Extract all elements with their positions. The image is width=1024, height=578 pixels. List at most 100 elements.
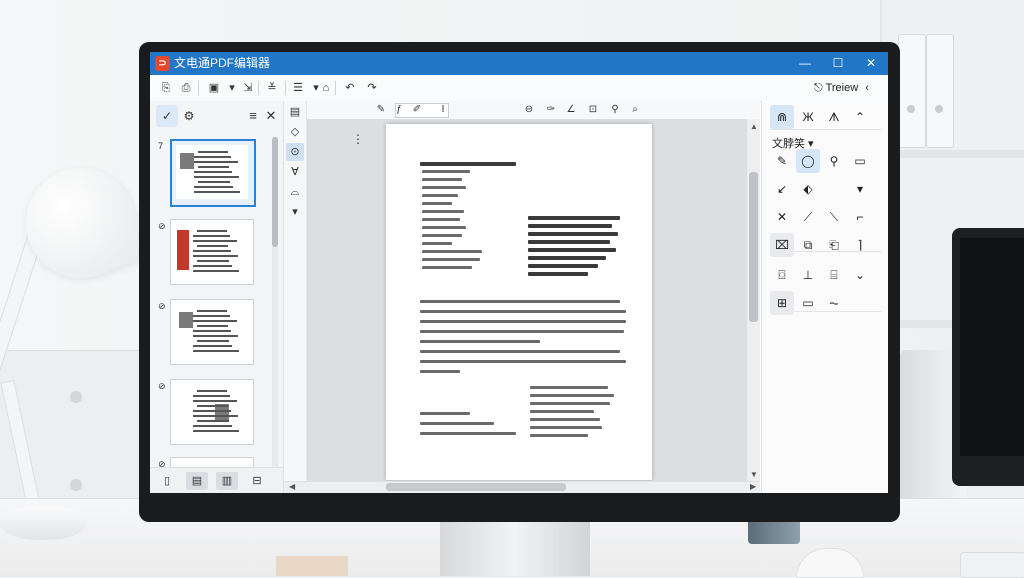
zoom-tool-icon[interactable]: ⊙ <box>286 143 304 161</box>
page-thumbnail[interactable] <box>170 379 254 445</box>
export-icon[interactable]: ⇲ <box>240 79 256 97</box>
scroll-right-arrow-icon[interactable]: ▶ <box>750 482 756 491</box>
attach-icon[interactable]: ⌼ <box>770 263 794 287</box>
single-page-icon[interactable]: ▯ <box>156 472 178 490</box>
text-line <box>422 250 482 253</box>
thumbnail-line <box>193 240 237 242</box>
page-thumbnail[interactable] <box>170 139 256 207</box>
more-down-icon[interactable]: ⌄ <box>848 263 872 287</box>
anchor-icon[interactable]: ⊥ <box>796 263 820 287</box>
redo-icon[interactable]: ↷ <box>364 79 380 97</box>
polygon-icon[interactable]: ⬖ <box>796 177 820 201</box>
zoom-out-icon[interactable]: ⊖ <box>521 102 537 118</box>
comment-tool-icon[interactable]: ⋒ <box>770 105 794 129</box>
thumbnail-line <box>198 151 228 153</box>
text-line <box>528 248 616 252</box>
rectangle-icon[interactable]: ▭ <box>848 149 872 173</box>
eraser-icon[interactable]: ∠ <box>563 102 579 118</box>
find-icon[interactable]: ⚲ <box>607 102 623 118</box>
copy-icon[interactable]: ⧉ <box>796 233 820 257</box>
tab-pages-icon[interactable]: ✓ <box>156 105 178 127</box>
document-page[interactable] <box>386 124 652 480</box>
vertical-scroll-thumb[interactable] <box>749 172 758 322</box>
scroll-up-arrow-icon[interactable]: ▲ <box>750 122 758 131</box>
crop-icon[interactable]: ⊡ <box>585 102 601 118</box>
pen-tool-icon[interactable]: ∀ <box>286 163 304 181</box>
thumbnail-scroll-thumb[interactable] <box>272 137 278 247</box>
marker-icon[interactable]: ✐ <box>409 102 425 118</box>
horizontal-scroll-thumb[interactable] <box>386 483 566 491</box>
text-line <box>420 320 626 323</box>
highlight-icon[interactable]: ƒ <box>391 102 407 118</box>
scroll-down-arrow-icon[interactable]: ▼ <box>750 470 758 479</box>
page-thumbnail[interactable] <box>170 299 254 365</box>
search-icon[interactable]: ⌕ <box>627 102 643 118</box>
text-insert-icon[interactable]: ⌉ <box>848 233 872 257</box>
page-thumbnail[interactable] <box>170 219 254 285</box>
paste-icon[interactable]: ⎗ <box>822 233 846 257</box>
note-icon[interactable]: ⌧ <box>770 233 794 257</box>
format-icon[interactable]: ☰ <box>290 79 306 97</box>
lamp-base <box>0 506 86 540</box>
text-line <box>420 370 460 373</box>
more-options-icon[interactable]: ⋮ <box>352 132 364 146</box>
undo-icon[interactable]: ↶ <box>342 79 358 97</box>
thumbnail-line <box>197 325 228 327</box>
line-icon[interactable]: ⟍ <box>822 205 846 229</box>
page-view-icon[interactable]: ▤ <box>186 472 208 490</box>
stamp-icon[interactable]: ⌂ <box>318 79 334 97</box>
save-icon[interactable]: ▣ <box>206 79 222 97</box>
thumbnail-line <box>193 235 230 237</box>
select-tool-icon[interactable]: ▤ <box>286 103 304 121</box>
text-line <box>422 186 466 189</box>
align-icon[interactable]: ≚ <box>264 79 280 97</box>
cross-icon[interactable]: ✕ <box>770 205 794 229</box>
shape-tool-icon[interactable]: ⌓ <box>286 183 304 201</box>
right-tool-panel: 文脖笑 ▾ ⋒ Ж ᗑ ⌃ ✎ ◯ ⚲ ▭ ↙ ⬖ ▾ ✕ ⟋ ⟍ ⌐ ⌧ ⧉ ⎗ ⌉ ⌼ ⊥ ⌸ ⌄ ⊞ ▭ ⏦ <box>761 101 888 493</box>
grid-view-icon[interactable]: ▥ <box>216 472 238 490</box>
open-icon[interactable]: ⎘ <box>158 79 174 97</box>
magnifier-icon[interactable]: ⚲ <box>822 149 846 173</box>
hand-tool-icon[interactable]: ◇ <box>286 123 304 141</box>
maximize-button[interactable]: ☐ <box>823 52 853 75</box>
expand-icon[interactable]: ▾ <box>286 203 304 221</box>
print-icon[interactable]: ⎙ <box>178 79 194 97</box>
folder-icon[interactable]: ⊟ <box>246 472 268 490</box>
hook-icon[interactable]: ⌐ <box>848 205 872 229</box>
signature-icon[interactable]: ⏦ <box>822 291 846 315</box>
preview-icon: ⎋ <box>814 82 826 94</box>
dropdown-icon[interactable]: ▾ <box>848 177 872 201</box>
collapse-icon[interactable]: ⌃ <box>848 105 872 129</box>
brush-icon[interactable]: ✑ <box>543 102 559 118</box>
thumbnail-line <box>193 255 238 257</box>
blank-slot-icon <box>822 177 846 201</box>
check-pen-icon[interactable]: ⟋ <box>796 205 820 229</box>
arrow-icon[interactable]: ↙ <box>770 177 794 201</box>
text-line <box>420 330 624 333</box>
text-line <box>420 432 516 435</box>
pencil-icon[interactable]: ✎ <box>770 149 794 173</box>
close-button[interactable]: ✕ <box>856 52 886 75</box>
tab-bookmarks-icon[interactable]: ⚙ <box>178 105 200 127</box>
preview-button[interactable]: ⎋ Treiew ‹ <box>814 79 869 97</box>
circle-icon[interactable]: ◯ <box>796 149 820 173</box>
panel-close-icon[interactable]: ✕ <box>262 105 280 127</box>
draw-icon[interactable]: ✎ <box>373 102 389 118</box>
sign-tool-icon[interactable]: Ж <box>796 105 820 129</box>
thumbnail-line <box>197 340 229 342</box>
scroll-left-arrow-icon[interactable]: ◀ <box>289 482 295 491</box>
link-icon[interactable]: ▭ <box>796 291 820 315</box>
text-cursor-icon[interactable]: I <box>435 102 451 118</box>
stamp-tool-icon[interactable]: ᗑ <box>822 105 846 129</box>
thumbnail-line <box>193 400 237 402</box>
image-icon[interactable]: ⊞ <box>770 291 794 315</box>
thumbnail-page <box>176 145 248 199</box>
panel-menu-icon[interactable]: ≡ <box>244 105 262 127</box>
dropdown-icon[interactable]: ▾ <box>224 79 240 97</box>
frame-icon[interactable]: ⌸ <box>822 263 846 287</box>
text-line <box>530 386 608 389</box>
minimize-button[interactable]: — <box>790 52 820 75</box>
thumbnail-line <box>193 345 232 347</box>
app-logo-icon: ⊃ <box>155 56 170 71</box>
text-line <box>422 194 458 197</box>
